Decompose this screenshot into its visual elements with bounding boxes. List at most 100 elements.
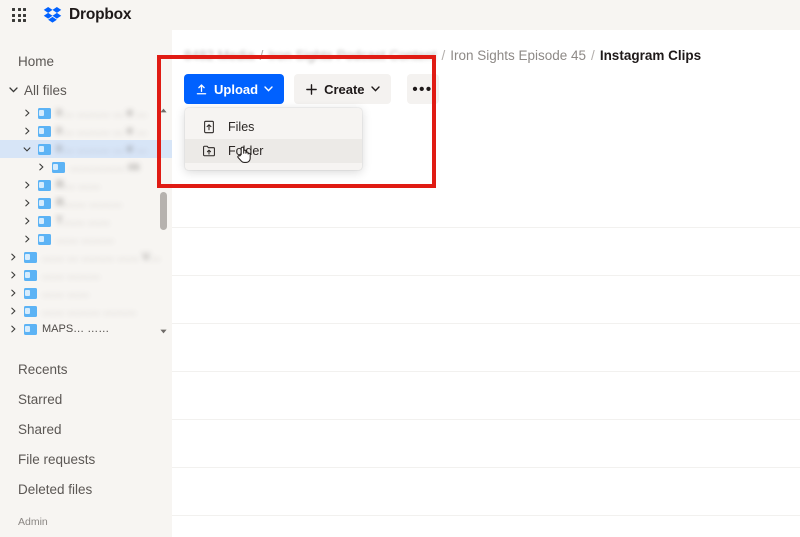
- folder-tree-item[interactable]: R… ……: [0, 176, 172, 194]
- chevron-right-icon[interactable]: [20, 214, 34, 228]
- more-options-label: •••: [412, 80, 433, 98]
- folder-tree-item[interactable]: …………… os: [0, 158, 172, 176]
- upload-menu-item-folder[interactable]: Folder: [185, 139, 362, 163]
- folder-icon: [24, 323, 37, 335]
- folder-icon: [24, 287, 37, 299]
- folder-tree-item[interactable]: …… ……… ………: [0, 302, 172, 320]
- breadcrumb-item[interactable]: 8482 Media: [184, 48, 255, 63]
- folder-icon: [38, 143, 51, 155]
- sidebar-item-label: File requests: [18, 451, 96, 467]
- breadcrumb[interactable]: 8482 Media / Iron Sights Podcast Content / I…: [184, 48, 701, 63]
- chevron-right-icon[interactable]: [20, 232, 34, 246]
- sidebar-item-home[interactable]: Home: [0, 46, 172, 76]
- folder-tree-item-label: …… ……… ………: [42, 305, 137, 317]
- scroll-up-arrow-icon[interactable]: [159, 106, 168, 115]
- chevron-down-icon[interactable]: [20, 142, 34, 156]
- breadcrumb-item[interactable]: Instagram Clips: [600, 48, 701, 63]
- chevron-down-icon: [6, 83, 20, 97]
- folder-tree-item[interactable]: …… ………: [0, 230, 172, 248]
- folder-tree-item[interactable]: Ir… ……… … e …: [0, 104, 172, 122]
- grid-apps-icon[interactable]: [11, 7, 27, 23]
- breadcrumb-item[interactable]: Iron Sights Podcast Content: [268, 48, 436, 63]
- folder-tree-item[interactable]: …… … ……… …… V…: [0, 248, 172, 266]
- more-options-button[interactable]: •••: [406, 74, 439, 104]
- table-row[interactable]: [172, 276, 800, 324]
- brand[interactable]: Dropbox: [43, 6, 132, 24]
- sidebar-section-label: Admin: [18, 516, 48, 528]
- top-bar: Dropbox: [0, 0, 800, 30]
- table-row[interactable]: [172, 468, 800, 516]
- chevron-right-icon[interactable]: [34, 160, 48, 174]
- folder-icon: [38, 233, 51, 245]
- chevron-right-icon[interactable]: [6, 322, 20, 336]
- sidebar-item-starred[interactable]: Starred: [0, 384, 172, 414]
- folder-tree-item-label: …… ………: [56, 233, 115, 245]
- folder-tree-item-label: R… ……: [56, 179, 100, 191]
- folder-tree-item[interactable]: …… ………: [0, 266, 172, 284]
- sidebar-item-label: Recents: [18, 361, 68, 377]
- chevron-right-icon[interactable]: [20, 196, 34, 210]
- folder-icon: [38, 125, 51, 137]
- sidebar-item-all-files[interactable]: All files: [0, 76, 172, 104]
- sidebar-item-label: Shared: [18, 421, 62, 437]
- folder-tree-item-label: …… ……: [42, 287, 90, 299]
- folder-tree-item[interactable]: Ir… ……… … e …: [0, 122, 172, 140]
- folder-tree-item-label: …………… os: [70, 161, 140, 173]
- chevron-right-icon[interactable]: [6, 304, 20, 318]
- folder-tree[interactable]: Ir… ……… … e … Ir… ……… … e … Ir… ……… … e … ……: [0, 104, 172, 338]
- breadcrumb-item[interactable]: Iron Sights Episode 45: [450, 48, 586, 63]
- folder-tree-scrollbar[interactable]: [159, 104, 168, 338]
- folder-icon: [24, 305, 37, 317]
- chevron-down-icon: [370, 86, 380, 92]
- folder-upload-icon: [203, 145, 215, 157]
- table-row[interactable]: [172, 180, 800, 228]
- chevron-right-icon[interactable]: [20, 178, 34, 192]
- upload-menu-item-files[interactable]: Files: [185, 115, 362, 139]
- toolbar: Upload Create •••: [184, 74, 439, 104]
- chevron-right-icon[interactable]: [6, 250, 20, 264]
- breadcrumb-separator: /: [259, 48, 264, 63]
- folder-tree-item[interactable]: R…… ………: [0, 194, 172, 212]
- create-button[interactable]: Create: [294, 74, 391, 104]
- folder-tree-item-label: MAPS… ……: [42, 323, 110, 335]
- folder-icon: [38, 197, 51, 209]
- folder-tree-item[interactable]: Ir… ……… … e …: [0, 140, 172, 158]
- sidebar-item-admin-console[interactable]: Admin console: [0, 532, 172, 537]
- folder-tree-item-label: …… … ……… …… V…: [42, 251, 161, 263]
- brand-name: Dropbox: [69, 6, 132, 23]
- table-row[interactable]: [172, 372, 800, 420]
- file-list-placeholder: [172, 180, 800, 516]
- plus-icon: [306, 83, 317, 95]
- upload-menu-item-label: Folder: [228, 144, 264, 158]
- table-row[interactable]: [172, 324, 800, 372]
- upload-menu[interactable]: Files Folder: [185, 108, 362, 170]
- chevron-right-icon[interactable]: [20, 124, 34, 138]
- chevron-right-icon[interactable]: [6, 268, 20, 282]
- folder-tree-item[interactable]: T…… ……: [0, 212, 172, 230]
- sidebar-section-admin: Admin: [0, 514, 172, 530]
- sidebar-item-recents[interactable]: Recents: [0, 354, 172, 384]
- folder-icon: [38, 179, 51, 191]
- sidebar-item-deleted-files[interactable]: Deleted files: [0, 474, 172, 504]
- table-row[interactable]: [172, 228, 800, 276]
- sidebar-item-file-requests[interactable]: File requests: [0, 444, 172, 474]
- dropbox-logo-icon: [43, 7, 62, 23]
- folder-tree-item-label: T…… ……: [56, 215, 110, 227]
- folder-tree-item[interactable]: …… ……: [0, 284, 172, 302]
- folder-icon: [24, 269, 37, 281]
- folder-tree-item-label: Ir… ……… … e …: [56, 107, 148, 119]
- sidebar-item-label: All files: [24, 82, 67, 98]
- scrollbar-thumb[interactable]: [160, 192, 167, 230]
- sidebar-item-shared[interactable]: Shared: [0, 414, 172, 444]
- folder-icon: [38, 215, 51, 227]
- scroll-down-arrow-icon[interactable]: [159, 327, 168, 336]
- table-row[interactable]: [172, 420, 800, 468]
- chevron-right-icon[interactable]: [20, 106, 34, 120]
- folder-tree-item-label: Ir… ……… … e …: [56, 143, 148, 155]
- breadcrumb-separator: /: [441, 48, 446, 63]
- folder-tree-item[interactable]: MAPS… ……: [0, 320, 172, 338]
- chevron-right-icon[interactable]: [6, 286, 20, 300]
- chevron-down-icon: [264, 86, 273, 92]
- sidebar: Home All files Ir… ……… … e … Ir… ……… … e …: [0, 30, 172, 537]
- upload-button[interactable]: Upload: [184, 74, 285, 104]
